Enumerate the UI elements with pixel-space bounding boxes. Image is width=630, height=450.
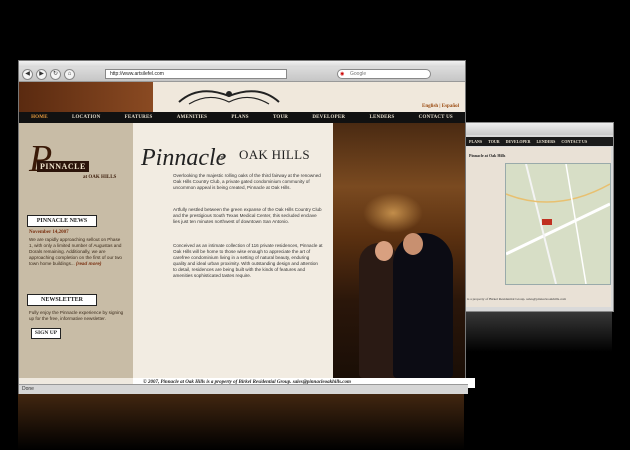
couple-photo <box>333 123 465 378</box>
background-footer: is a property of Birkel Residential Grou… <box>467 297 566 301</box>
back-button-icon[interactable]: ◀ <box>22 68 33 80</box>
logo-name: PINNACLE <box>37 161 89 172</box>
window-reflection <box>18 394 464 450</box>
background-page: Pinnacle at Oak Hills is a property of B… <box>465 147 611 307</box>
ornament-icon <box>178 90 280 105</box>
photo-man <box>393 233 453 378</box>
nav-developer[interactable]: DEVELOPER <box>312 115 345 120</box>
nav-lenders[interactable]: LENDERS <box>369 115 394 120</box>
photo-face-man <box>403 233 423 255</box>
page-title-script: Pinnacle <box>141 145 227 171</box>
page-title-place: OAK HILLS <box>239 147 310 162</box>
background-nav-bar: PLANS TOUR DEVELOPER LENDERS CONTACT US <box>465 137 613 146</box>
nav-tour[interactable]: TOUR <box>273 115 288 120</box>
nav-features[interactable]: FEATURES <box>125 115 153 120</box>
nav-plans[interactable]: PLANS <box>231 115 248 120</box>
address-bar[interactable]: http://www.artsilefel.com <box>105 69 287 79</box>
sidebar: P PINNACLE at OAK HILLS PINNACLE NEWS No… <box>19 123 133 378</box>
nav-amenities[interactable]: AMENITIES <box>177 115 207 120</box>
nav-location[interactable]: LOCATION <box>72 115 100 120</box>
newsletter-heading: NEWSLETTER <box>27 294 97 306</box>
reload-icon[interactable]: ↻ <box>50 68 61 80</box>
search-field[interactable]: Google <box>337 69 431 79</box>
map-roads <box>505 163 611 285</box>
news-text: We are rapidly approaching sellout on Ph… <box>29 237 125 267</box>
browser-status-bar: Done <box>19 384 468 394</box>
browser-window: ◀ ▶ ↻ ⌂ http://www.artsilefel.com Google… <box>18 60 475 394</box>
logo-subtitle: at OAK HILLS <box>83 175 117 180</box>
newsletter-text: Fully enjoy the Pinnacle experience by s… <box>29 310 124 321</box>
pinnacle-logo[interactable]: P PINNACLE at OAK HILLS <box>29 138 123 185</box>
location-map[interactable] <box>505 163 611 285</box>
read-more-link[interactable]: (read more) <box>76 261 101 266</box>
browser-toolbar: ◀ ▶ ↻ ⌂ http://www.artsilefel.com Google <box>19 67 465 82</box>
language-links[interactable]: English | Español <box>422 104 459 109</box>
background-browser-window: PLANS TOUR DEVELOPER LENDERS CONTACT US … <box>440 122 614 312</box>
sign-up-button[interactable]: SIGN UP <box>31 328 61 339</box>
news-heading: PINNACLE NEWS <box>27 215 97 227</box>
home-icon[interactable]: ⌂ <box>64 68 75 80</box>
background-nav-item[interactable]: DEVELOPER <box>506 137 531 146</box>
page-header: English | Español <box>19 82 465 112</box>
web-page: English | Español HOME LOCATION FEATURES… <box>19 82 475 388</box>
news-date: November 14,2007 <box>29 230 69 235</box>
background-nav-item[interactable]: TOUR <box>488 137 499 146</box>
residences-paragraph: Conceived as an intimate collection of 1… <box>173 243 323 278</box>
background-nav-item[interactable]: LENDERS <box>537 137 556 146</box>
background-nav-item[interactable]: PLANS <box>469 137 482 146</box>
location-paragraph: Artfully nestled between the green expan… <box>173 207 322 224</box>
forward-button-icon[interactable]: ▶ <box>36 68 47 80</box>
photo-face-woman <box>375 241 393 261</box>
chandelier-glow <box>363 193 423 233</box>
page-title-at: at <box>219 155 224 161</box>
logo-initial: P <box>29 138 53 180</box>
main-content: Pinnacle at OAK HILLS Overlooking the ma… <box>133 123 333 378</box>
nav-contact[interactable]: CONTACT US <box>419 115 453 120</box>
nav-home[interactable]: HOME <box>31 115 48 120</box>
background-nav-item[interactable]: CONTACT US <box>561 137 587 146</box>
intro-paragraph: Overlooking the majestic rolling oaks of… <box>173 173 321 190</box>
background-page-title: Pinnacle at Oak Hills <box>469 153 506 158</box>
background-window-chrome <box>441 123 613 135</box>
main-nav: HOME LOCATION FEATURES AMENITIES PLANS T… <box>19 112 465 123</box>
